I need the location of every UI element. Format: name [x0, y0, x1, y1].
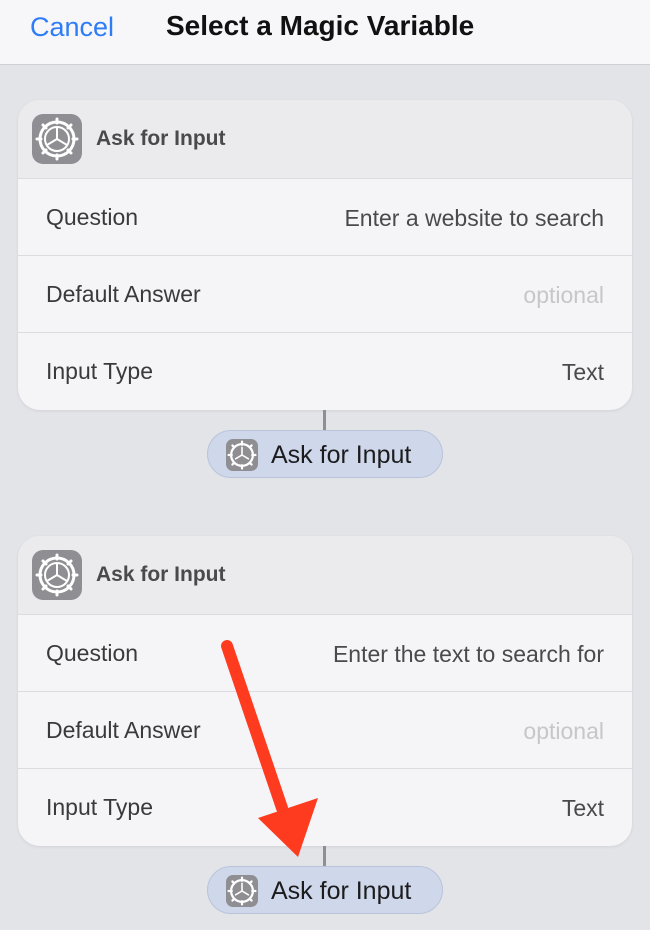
- default-answer-row[interactable]: Default Answer optional: [18, 255, 632, 332]
- settings-gear-icon: [32, 114, 82, 164]
- input-type-value[interactable]: Text: [562, 358, 604, 386]
- settings-gear-icon: [226, 875, 258, 907]
- settings-gear-icon: [32, 550, 82, 600]
- input-type-row[interactable]: Input Type Text: [18, 332, 632, 409]
- action-card-ask-for-input[interactable]: Ask for Input Question Enter a website t…: [18, 100, 632, 410]
- action-card-ask-for-input[interactable]: Ask for Input Question Enter the text to…: [18, 536, 632, 846]
- settings-gear-icon: [226, 439, 258, 471]
- action-title: Ask for Input: [96, 563, 226, 586]
- action-card-header: Ask for Input: [18, 536, 632, 614]
- default-answer-label: Default Answer: [46, 717, 201, 743]
- input-type-row[interactable]: Input Type Text: [18, 768, 632, 845]
- input-type-label: Input Type: [46, 794, 153, 820]
- action-card-header: Ask for Input: [18, 100, 632, 178]
- connector-line: [323, 410, 326, 430]
- question-value[interactable]: Enter a website to search: [344, 204, 604, 232]
- question-label: Question: [46, 204, 139, 230]
- page-title: Select a Magic Variable: [166, 10, 475, 41]
- input-type-value[interactable]: Text: [562, 794, 604, 822]
- default-answer-field[interactable]: optional: [523, 281, 604, 309]
- default-answer-label: Default Answer: [46, 281, 201, 307]
- input-type-label: Input Type: [46, 358, 153, 384]
- navigation-bar: Cancel Select a Magic Variable: [0, 0, 650, 65]
- magic-variable-ask-for-input[interactable]: Ask for Input: [207, 866, 443, 914]
- default-answer-field[interactable]: optional: [523, 717, 604, 745]
- magic-variable-ask-for-input[interactable]: Ask for Input: [207, 430, 443, 478]
- connector-line: [323, 846, 326, 866]
- question-label: Question: [46, 640, 139, 666]
- magic-variable-label: Ask for Input: [271, 877, 412, 905]
- action-title: Ask for Input: [96, 127, 226, 150]
- question-row[interactable]: Question Enter the text to search for: [18, 614, 632, 691]
- cancel-button[interactable]: Cancel: [30, 10, 114, 44]
- question-value[interactable]: Enter the text to search for: [333, 640, 604, 668]
- question-row[interactable]: Question Enter a website to search: [18, 178, 632, 255]
- default-answer-row[interactable]: Default Answer optional: [18, 691, 632, 768]
- magic-variable-label: Ask for Input: [271, 441, 412, 469]
